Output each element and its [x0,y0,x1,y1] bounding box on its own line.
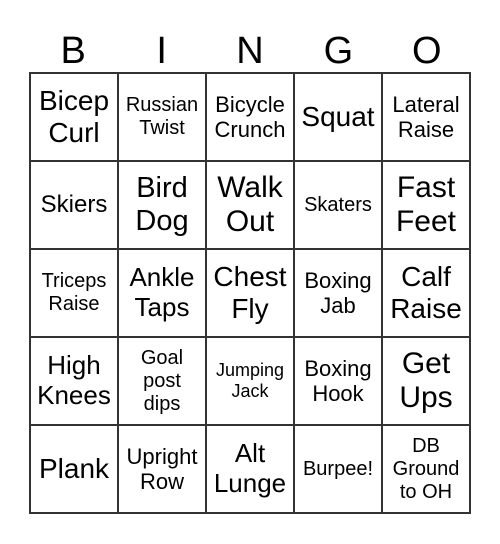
bingo-cell[interactable]: Skaters [294,161,382,249]
bingo-card-grid: Bicep Curl Russian Twist Bicycle Crunch … [29,72,471,514]
bingo-cell[interactable]: Ankle Taps [118,249,206,337]
bingo-cell[interactable]: Bicycle Crunch [206,73,294,161]
header-letter-g: G [323,30,354,72]
header-letter-n: N [236,30,264,72]
bingo-cell[interactable]: Fast Feet [382,161,470,249]
bingo-cell[interactable]: Squat [294,73,382,161]
bingo-cell[interactable]: Get Ups [382,337,470,425]
bingo-cell[interactable]: Upright Row [118,425,206,513]
bingo-cell[interactable]: Lateral Raise [382,73,470,161]
header-letter-b: B [60,30,86,72]
bingo-cell[interactable]: Jumping Jack [206,337,294,425]
bingo-cell[interactable]: Bird Dog [118,161,206,249]
bingo-cell[interactable]: Chest Fly [206,249,294,337]
bingo-cell[interactable]: Boxing Jab [294,249,382,337]
bingo-cell[interactable]: Bicep Curl [30,73,118,161]
header-letter-i: I [156,30,167,72]
bingo-cell[interactable]: Burpee! [294,425,382,513]
bingo-cell[interactable]: Calf Raise [382,249,470,337]
bingo-cell[interactable]: Alt Lunge [206,425,294,513]
bingo-cell[interactable]: Walk Out [206,161,294,249]
bingo-cell[interactable]: Goal post dips [118,337,206,425]
bingo-cell[interactable]: Boxing Hook [294,337,382,425]
header-letter-o: O [412,30,442,72]
bingo-cell[interactable]: Plank [30,425,118,513]
bingo-cell[interactable]: High Knees [30,337,118,425]
bingo-header: B I N G O [29,30,471,72]
bingo-cell[interactable]: Triceps Raise [30,249,118,337]
bingo-cell[interactable]: Russian Twist [118,73,206,161]
bingo-cell[interactable]: Skiers [30,161,118,249]
bingo-cell[interactable]: DB Ground to OH [382,425,470,513]
